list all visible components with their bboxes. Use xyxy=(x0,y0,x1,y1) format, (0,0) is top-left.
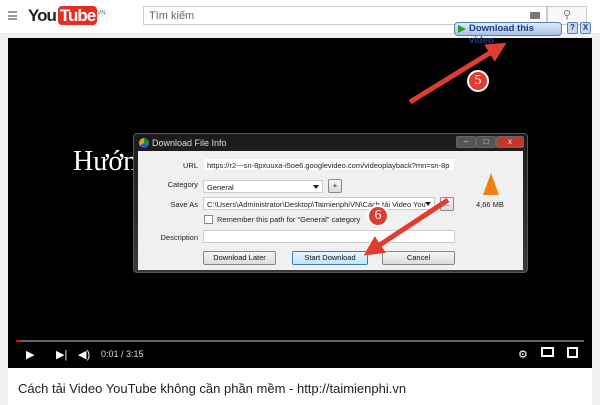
logo-region: VN xyxy=(97,10,106,17)
url-label: URL xyxy=(182,161,198,170)
save-as-path: C:\Users\Administrator\Desktop\Taimienph… xyxy=(207,200,426,209)
download-this-video-button[interactable]: Download this video xyxy=(454,22,562,46)
file-size: 4,66 MB xyxy=(476,200,504,209)
youtube-logo[interactable]: You Tube VN xyxy=(28,6,106,26)
category-value: General xyxy=(207,183,234,192)
dropdown-caret-icon xyxy=(313,185,319,189)
theater-mode-icon[interactable] xyxy=(541,347,554,357)
settings-gear-icon[interactable]: ⚙ xyxy=(518,348,528,361)
vlc-file-icon xyxy=(483,173,499,195)
search-icon: ⚲ xyxy=(562,9,572,21)
category-label: Category xyxy=(167,180,198,189)
help-button[interactable]: ? xyxy=(567,22,578,34)
minimize-button[interactable]: – xyxy=(456,136,476,148)
description-label: Description xyxy=(160,233,198,242)
search-placeholder: Tìm kiếm xyxy=(149,10,195,22)
start-download-button[interactable]: Start Download xyxy=(292,251,368,265)
maximize-button[interactable]: □ xyxy=(476,136,496,148)
download-file-info-dialog: Download File Info – □ x URL https://r2-… xyxy=(133,133,528,273)
download-later-button[interactable]: Download Later xyxy=(203,251,276,265)
fullscreen-icon[interactable] xyxy=(567,347,578,358)
step-6-badge: 6 xyxy=(367,205,389,227)
keyboard-icon[interactable] xyxy=(530,12,540,19)
progress-bar[interactable] xyxy=(16,340,584,342)
play-icon[interactable]: ▶ xyxy=(26,348,34,361)
save-as-label: Save As xyxy=(170,200,198,209)
next-icon[interactable]: ▶| xyxy=(56,348,67,361)
close-button[interactable]: x xyxy=(496,136,524,148)
browse-button[interactable]: ... xyxy=(440,197,454,211)
progress-fill xyxy=(16,340,20,342)
remember-path-checkbox[interactable] xyxy=(204,215,213,224)
cancel-button[interactable]: Cancel xyxy=(382,251,455,265)
dropdown-caret-icon xyxy=(425,202,431,206)
logo-tube: Tube xyxy=(57,6,98,25)
idm-icon xyxy=(139,138,149,148)
time-display: 0:01 / 3:15 xyxy=(101,349,144,359)
url-field[interactable]: https://r2---sn-8pxuuxa-i5oe6.googlevide… xyxy=(203,158,455,171)
logo-text: You xyxy=(28,6,57,25)
description-field[interactable] xyxy=(203,230,455,243)
video-title: Cách tải Video YouTube không cần phần mề… xyxy=(18,381,407,396)
dialog-title: Download File Info xyxy=(152,138,227,148)
play-arrow-icon xyxy=(458,25,466,33)
dialog-body: URL https://r2---sn-8pxuuxa-i5oe6.google… xyxy=(138,151,523,270)
category-select[interactable]: General xyxy=(203,180,323,193)
volume-icon[interactable]: ◀) xyxy=(78,348,90,361)
remember-path-label: Remember this path for "General" categor… xyxy=(217,215,361,224)
video-info: Cách tải Video YouTube không cần phần mề… xyxy=(8,368,592,405)
save-as-field[interactable]: C:\Users\Administrator\Desktop\Taimienph… xyxy=(203,197,435,210)
menu-icon[interactable] xyxy=(8,11,17,20)
close-bar-button[interactable]: X xyxy=(580,22,591,34)
add-category-button[interactable]: + xyxy=(328,179,342,193)
step-5-badge: 5 xyxy=(467,70,489,92)
